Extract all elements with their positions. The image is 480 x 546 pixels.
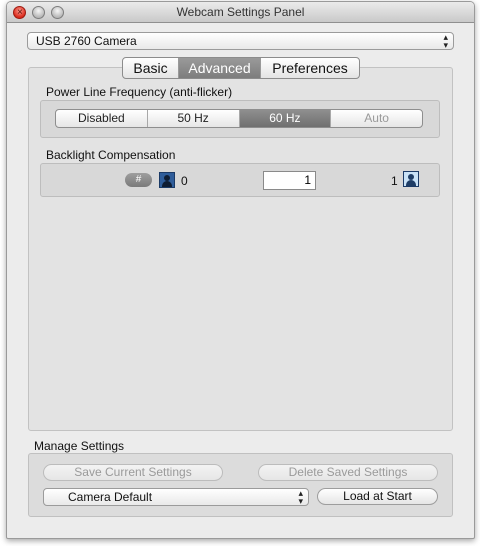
camera-select[interactable]: USB 2760 Camera ▴ ▾ — [27, 32, 454, 50]
preset-select-value: Camera Default — [68, 490, 153, 504]
load-at-start-button[interactable]: Load at Start — [317, 488, 438, 505]
advanced-panel: Power Line Frequency (anti-flicker) Disa… — [28, 67, 453, 431]
preset-select[interactable]: Camera Default ▴ ▾ — [43, 488, 309, 506]
backlight-min-label: 0 — [181, 174, 188, 188]
segment-auto: Auto — [364, 111, 389, 125]
save-settings-button[interactable]: Save Current Settings — [43, 464, 223, 481]
manage-settings-group: Save Current Settings Delete Saved Setti… — [28, 453, 453, 517]
title-bar: × Webcam Settings Panel — [7, 2, 474, 23]
tab-basic[interactable]: Basic — [123, 58, 179, 78]
delete-settings-button[interactable]: Delete Saved Settings — [258, 464, 438, 481]
settings-window: × Webcam Settings Panel USB 2760 Camera … — [6, 1, 475, 539]
tab-advanced[interactable]: Advanced — [179, 58, 261, 78]
tab-bar: Basic Advanced Preferences — [122, 57, 360, 79]
tab-preferences[interactable]: Preferences — [261, 58, 359, 78]
segment-50hz[interactable]: 50 Hz — [148, 110, 240, 127]
window-title: Webcam Settings Panel — [176, 5, 305, 19]
backlight-group: # 0 1 1 — [40, 163, 440, 197]
updown-arrows-icon: ▴ ▾ — [443, 32, 448, 50]
updown-arrows-icon: ▴ ▾ — [298, 488, 303, 506]
hash-button[interactable]: # — [125, 173, 152, 187]
backlight-low-icon — [159, 172, 175, 188]
camera-select-value: USB 2760 Camera — [36, 34, 137, 48]
backlight-value-field[interactable]: 1 — [263, 171, 316, 190]
segment-60hz[interactable]: 60 Hz — [239, 110, 332, 127]
segment-disabled[interactable]: Disabled — [56, 110, 148, 127]
backlight-high-icon — [403, 171, 419, 187]
power-line-label: Power Line Frequency (anti-flicker) — [46, 85, 233, 99]
power-line-group: Disabled 50 Hz 60 Hz Auto — [40, 100, 440, 138]
power-line-segmented-control: Disabled 50 Hz 60 Hz Auto — [55, 109, 423, 128]
backlight-label: Backlight Compensation — [46, 148, 176, 162]
backlight-max-label: 1 — [391, 174, 398, 188]
manage-settings-label: Manage Settings — [34, 439, 125, 453]
